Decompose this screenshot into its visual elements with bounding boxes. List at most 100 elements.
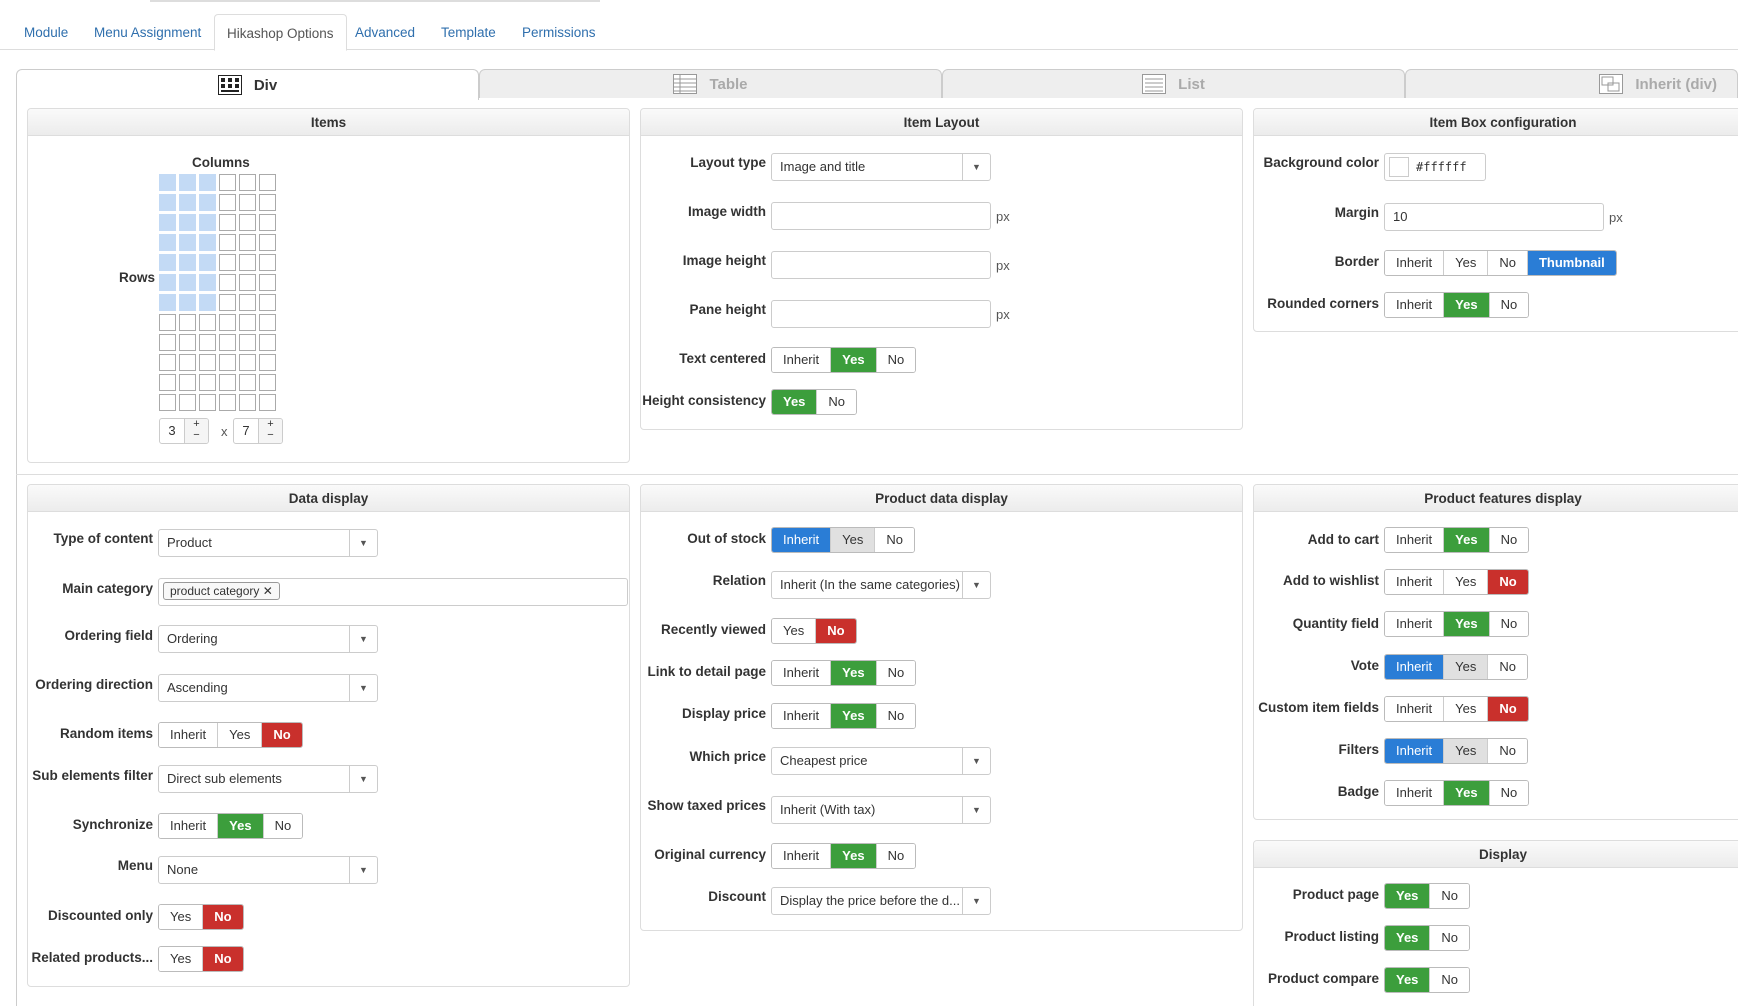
grid-cell[interactable] <box>179 394 196 411</box>
vote-yes-button[interactable]: Yes <box>1444 655 1489 679</box>
type-of-content-select[interactable]: Product ▼ <box>158 529 378 557</box>
grid-cell[interactable] <box>179 214 196 231</box>
view-tab-div[interactable]: Div <box>16 69 479 100</box>
price-inherit-button[interactable]: Inherit <box>772 704 832 728</box>
recent-yes-button[interactable]: Yes <box>772 619 817 643</box>
grid-cell[interactable] <box>219 314 236 331</box>
compare-yes-button[interactable]: Yes <box>1385 968 1431 992</box>
grid-cell[interactable] <box>199 214 216 231</box>
discount-select[interactable]: Display the price before the d... ▼ <box>771 887 991 915</box>
grid-cell[interactable] <box>179 374 196 391</box>
grid-cell[interactable] <box>219 174 236 191</box>
grid-cell[interactable] <box>199 194 216 211</box>
grid-cell[interactable] <box>239 394 256 411</box>
grid-cell[interactable] <box>239 174 256 191</box>
grid-cell[interactable] <box>219 374 236 391</box>
sub-elements-filter-select[interactable]: Direct sub elements ▼ <box>158 765 378 793</box>
grid-cell[interactable] <box>159 354 176 371</box>
badge-no-button[interactable]: No <box>1489 781 1529 805</box>
currency-no-button[interactable]: No <box>876 844 916 868</box>
relation-select[interactable]: Inherit (In the same categories) ▼ <box>771 571 991 599</box>
grid-cell[interactable] <box>199 174 216 191</box>
grid-cell[interactable] <box>159 274 176 291</box>
grid-cell[interactable] <box>199 354 216 371</box>
grid-cell[interactable] <box>199 274 216 291</box>
view-tab-table[interactable]: Table <box>479 69 942 98</box>
recent-no-button[interactable]: No <box>816 619 856 643</box>
image-height-input[interactable] <box>771 251 991 279</box>
custom-inherit-button[interactable]: Inherit <box>1385 697 1445 721</box>
cart-yes-button[interactable]: Yes <box>1444 528 1490 552</box>
height-consistency-no-button[interactable]: No <box>817 390 857 414</box>
grid-cell[interactable] <box>219 294 236 311</box>
grid-cell[interactable] <box>159 314 176 331</box>
color-swatch[interactable] <box>1389 157 1409 177</box>
grid-cell[interactable] <box>199 314 216 331</box>
grid-cell[interactable] <box>239 214 256 231</box>
grid-cell[interactable] <box>159 214 176 231</box>
border-thumbnail-button[interactable]: Thumbnail <box>1527 251 1616 275</box>
link-inherit-button[interactable]: Inherit <box>772 661 832 685</box>
tab-permissions[interactable]: Permissions <box>510 14 608 50</box>
badge-yes-button[interactable]: Yes <box>1444 781 1490 805</box>
image-width-input[interactable] <box>771 202 991 230</box>
tab-advanced[interactable]: Advanced <box>343 14 427 50</box>
out-of-stock-yes-button[interactable]: Yes <box>831 528 876 552</box>
vote-inherit-button[interactable]: Inherit <box>1385 655 1445 679</box>
related-no-button[interactable]: No <box>203 947 243 971</box>
ordering-direction-select[interactable]: Ascending ▼ <box>158 674 378 702</box>
height-consistency-yes-button[interactable]: Yes <box>772 390 818 414</box>
minus-icon[interactable]: − <box>259 430 282 441</box>
page-yes-button[interactable]: Yes <box>1385 884 1431 908</box>
grid-cell[interactable] <box>199 334 216 351</box>
grid-cell[interactable] <box>259 374 276 391</box>
grid-cell[interactable] <box>239 294 256 311</box>
grid-cell[interactable] <box>179 354 196 371</box>
filters-no-button[interactable]: No <box>1488 739 1527 763</box>
price-no-button[interactable]: No <box>876 704 916 728</box>
grid-cell[interactable] <box>179 334 196 351</box>
sync-yes-button[interactable]: Yes <box>218 814 264 838</box>
pane-height-input[interactable] <box>771 300 991 328</box>
grid-cell[interactable] <box>159 194 176 211</box>
show-taxed-prices-select[interactable]: Inherit (With tax) ▼ <box>771 796 991 824</box>
grid-cell[interactable] <box>239 314 256 331</box>
border-no-button[interactable]: No <box>1488 251 1528 275</box>
grid-cell[interactable] <box>179 174 196 191</box>
wishlist-inherit-button[interactable]: Inherit <box>1385 570 1445 594</box>
tab-template[interactable]: Template <box>429 14 508 50</box>
discounted-yes-button[interactable]: Yes <box>159 905 204 929</box>
grid-cell[interactable] <box>239 334 256 351</box>
currency-yes-button[interactable]: Yes <box>831 844 877 868</box>
grid-cell[interactable] <box>259 254 276 271</box>
grid-cell[interactable] <box>239 194 256 211</box>
page-no-button[interactable]: No <box>1430 884 1470 908</box>
view-tab-inherit[interactable]: Inherit (div) <box>1405 69 1738 98</box>
grid-cell[interactable] <box>219 274 236 291</box>
remove-tag-icon[interactable]: ✕ <box>263 584 273 598</box>
wishlist-yes-button[interactable]: Yes <box>1444 570 1489 594</box>
minus-icon[interactable]: − <box>185 430 208 441</box>
grid-cell[interactable] <box>159 174 176 191</box>
cart-no-button[interactable]: No <box>1489 528 1529 552</box>
grid-cell[interactable] <box>259 174 276 191</box>
grid-cell[interactable] <box>259 334 276 351</box>
grid-cell[interactable] <box>259 274 276 291</box>
grid-cell[interactable] <box>259 214 276 231</box>
grid-cell[interactable] <box>219 334 236 351</box>
columns-plus-minus[interactable]: + − <box>184 419 208 443</box>
view-tab-list[interactable]: List <box>942 69 1405 98</box>
layout-type-select[interactable]: Image and title ▼ <box>771 153 991 181</box>
cart-inherit-button[interactable]: Inherit <box>1385 528 1445 552</box>
border-inherit-button[interactable]: Inherit <box>1385 251 1445 275</box>
text-centered-inherit-button[interactable]: Inherit <box>772 348 832 372</box>
grid-cell[interactable] <box>199 254 216 271</box>
discounted-no-button[interactable]: No <box>203 905 243 929</box>
grid-cell[interactable] <box>159 234 176 251</box>
columns-stepper[interactable]: 3 + − <box>159 418 209 444</box>
grid-cell[interactable] <box>179 314 196 331</box>
grid-cell[interactable] <box>179 274 196 291</box>
grid-cell[interactable] <box>199 294 216 311</box>
grid-cell[interactable] <box>259 394 276 411</box>
grid-cell[interactable] <box>259 314 276 331</box>
